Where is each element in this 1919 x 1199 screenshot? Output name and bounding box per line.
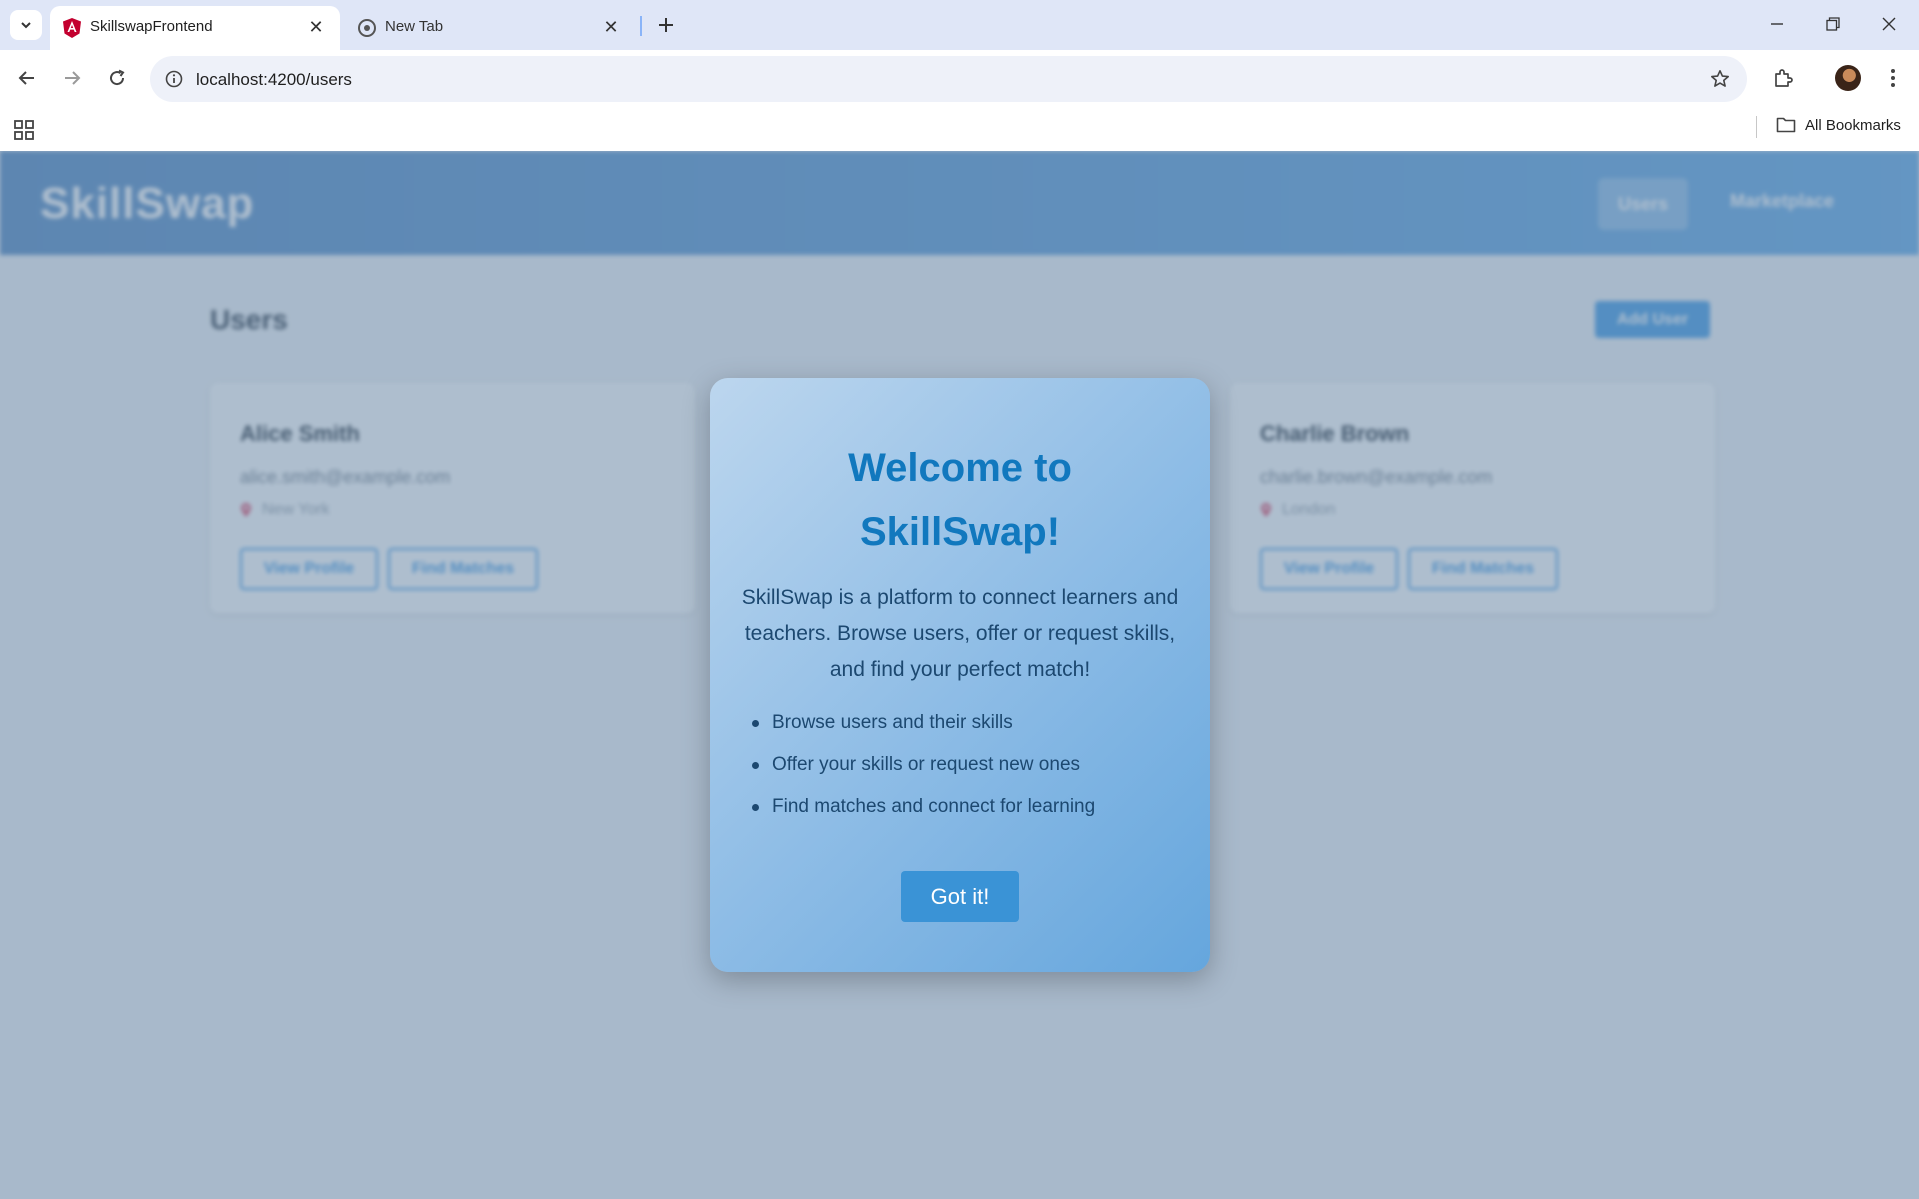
feature-item: Offer your skills or request new ones xyxy=(742,744,1182,786)
puzzle-icon xyxy=(1775,69,1793,87)
close-tab-icon[interactable]: ✕ xyxy=(599,15,623,39)
reload-button[interactable] xyxy=(100,61,134,95)
close-tab-icon[interactable]: ✕ xyxy=(304,15,328,39)
tab-separator xyxy=(640,16,642,36)
plus-icon xyxy=(659,18,673,32)
new-tab-button[interactable] xyxy=(651,10,681,40)
close-window-button[interactable] xyxy=(1866,8,1912,40)
url-text[interactable]: localhost:4200/users xyxy=(196,70,352,90)
tab-skillswap[interactable]: SkillswapFrontend ✕ xyxy=(50,6,340,50)
restore-button[interactable] xyxy=(1810,8,1856,40)
tab-new-tab[interactable]: New Tab ✕ xyxy=(345,6,635,50)
minimize-icon xyxy=(1771,23,1783,25)
welcome-modal: Welcome to SkillSwap! SkillSwap is a pla… xyxy=(710,378,1210,972)
tab-title: New Tab xyxy=(385,18,444,35)
modal-title-line-2: SkillSwap! xyxy=(859,510,1061,554)
back-button[interactable] xyxy=(10,61,44,95)
browser-menu-button[interactable] xyxy=(1878,61,1908,95)
modal-title-line-1: Welcome to xyxy=(848,446,1072,490)
bookmark-star-icon[interactable] xyxy=(1707,66,1733,92)
feature-list: Browse users and their skills Offer your… xyxy=(742,702,1182,828)
chrome-icon xyxy=(357,18,377,38)
close-icon xyxy=(1882,17,1896,31)
angular-icon xyxy=(62,18,82,38)
all-bookmarks-label: All Bookmarks xyxy=(1805,116,1901,134)
minimize-button[interactable] xyxy=(1754,8,1800,40)
chevron-down-icon xyxy=(21,22,31,29)
extensions-button[interactable] xyxy=(1766,61,1800,95)
browser-toolbar: localhost:4200/users xyxy=(0,50,1919,108)
restore-icon xyxy=(1826,17,1840,31)
feature-item: Find matches and connect for learning xyxy=(742,786,1182,828)
modal-description: SkillSwap is a platform to connect learn… xyxy=(741,586,1179,681)
apps-grid-icon[interactable] xyxy=(12,118,36,142)
forward-button[interactable] xyxy=(55,61,89,95)
bookmarks-bar: All Bookmarks xyxy=(0,108,1919,151)
reload-icon xyxy=(110,69,125,86)
arrow-right-icon xyxy=(65,71,81,85)
tab-title: SkillswapFrontend xyxy=(90,18,213,35)
browser-tab-bar: SkillswapFrontend ✕ New Tab ✕ xyxy=(0,0,1919,50)
bookmarks-divider xyxy=(1756,116,1757,138)
profile-avatar[interactable] xyxy=(1835,65,1861,91)
all-bookmarks-button[interactable]: All Bookmarks xyxy=(1776,116,1901,134)
arrow-left-icon xyxy=(18,71,34,85)
modal-title: Welcome to SkillSwap! xyxy=(710,436,1210,564)
kebab-menu-icon xyxy=(1891,69,1895,87)
address-bar[interactable]: localhost:4200/users xyxy=(150,56,1747,102)
site-info-icon[interactable] xyxy=(162,67,186,91)
folder-icon xyxy=(1776,117,1796,133)
feature-item: Browse users and their skills xyxy=(742,702,1182,744)
got-it-button[interactable]: Got it! xyxy=(901,871,1019,922)
tab-search-button[interactable] xyxy=(10,10,42,40)
